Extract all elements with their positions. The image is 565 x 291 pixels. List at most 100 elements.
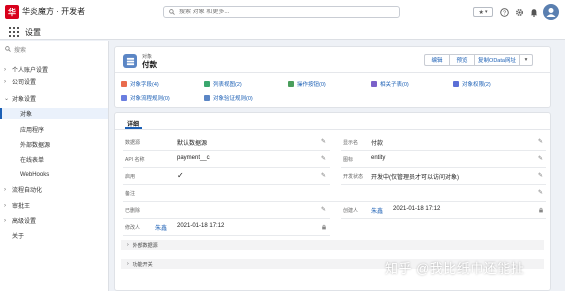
datasource-value: 默认数据源 (177, 141, 208, 147)
pencil-icon[interactable]: ✎ (321, 207, 327, 213)
sidebar-item-about[interactable]: 关于 (0, 230, 108, 241)
object-icon (123, 54, 137, 68)
app-nav-bar: 设置 (0, 24, 565, 40)
sidebar-item-approval[interactable]: › 审批王 (0, 200, 108, 211)
related-object-fields[interactable]: 对象字段(4) (121, 79, 159, 88)
nav-title: 设置 (25, 28, 41, 37)
gear-icon[interactable] (515, 7, 524, 17)
related-action-buttons[interactable]: 操作按钮(0) (288, 79, 326, 88)
preview-button[interactable]: 预览 (449, 54, 475, 66)
field-divider (123, 218, 330, 219)
pencil-icon[interactable]: ✎ (321, 156, 327, 162)
sidebar-item-company-settings[interactable]: › 公司设置 (0, 76, 108, 87)
pencil-icon[interactable]: ✎ (321, 139, 327, 145)
section-external-datasource[interactable]: › 外部数据源 (121, 240, 544, 250)
display-name-label: 显示名 (343, 140, 359, 146)
creator-label: 创建人 (343, 208, 359, 214)
button-icon (288, 80, 294, 87)
related-object-permissions[interactable]: 对象权限(2) (453, 79, 491, 88)
favorites-button[interactable]: ★ ▾ (473, 7, 493, 17)
related-process-rules[interactable]: 对象流程规则(0) (121, 93, 170, 102)
section-title: 功能开关 (132, 261, 153, 268)
sidebar-item-label: 审批王 (12, 204, 31, 210)
settings-sidebar: 搜索 › 个人账户设置 › 公司设置 ⌄ 对象设置 对象 应用程序 外部数据源 在线表… (0, 41, 109, 291)
chevron-down-icon: ▾ (484, 9, 488, 15)
field-divider (123, 167, 330, 168)
sidebar-item-label: 公司设置 (12, 80, 37, 86)
chevron-right-icon: › (127, 261, 129, 267)
watermark: 知乎 @我比纸巾还能扯 (385, 261, 525, 276)
enabled-label: 启用 (125, 174, 136, 180)
display-name-value: 付款 (371, 141, 384, 147)
related-child-tables[interactable]: 相关子表(0) (371, 79, 409, 88)
sidebar-item-label: 个人账户设置 (12, 68, 49, 74)
pencil-icon[interactable]: ✎ (321, 173, 327, 179)
sidebar-item-external-datasources[interactable]: 外部数据源 (0, 139, 108, 150)
search-icon (5, 46, 11, 52)
search-input[interactable] (179, 9, 379, 15)
chevron-right-icon: › (4, 217, 6, 224)
chevron-right-icon: › (4, 186, 6, 193)
related-label: 对象验证规则(0) (213, 95, 253, 102)
sidebar-item-label: 流程自动化 (12, 188, 43, 194)
sidebar-item-object-settings[interactable]: ⌄ 对象设置 (0, 93, 108, 104)
user-avatar-icon (546, 8, 556, 17)
pencil-icon[interactable]: ✎ (538, 139, 544, 145)
chevron-right-icon: › (4, 78, 6, 85)
sidebar-search-placeholder: 搜索 (14, 47, 27, 54)
dev-status-value: 开发中(仅管理员才可以访问对象) (371, 175, 459, 181)
sidebar-item-personal-settings[interactable]: › 个人账户设置 (0, 64, 108, 75)
lock-icon (321, 224, 327, 230)
checkmark-icon: ✓ (177, 171, 184, 180)
pencil-icon[interactable]: ✎ (538, 190, 544, 196)
sidebar-item-label: 高级设置 (12, 219, 37, 225)
copy-odata-url-button[interactable]: 复制OData网址 (474, 54, 520, 66)
creator-name-link[interactable]: 朱鑫 (371, 206, 383, 215)
app-launcher-icon[interactable] (9, 27, 19, 37)
edit-button[interactable]: 编辑 (424, 54, 450, 66)
sidebar-item-advanced-settings[interactable]: › 高级设置 (0, 215, 108, 226)
lock-icon (453, 80, 459, 87)
sidebar-item-label: 应用程序 (20, 128, 45, 134)
object-header-card: 对象 付款 编辑 预览 复制OData网址 ▾ 对象字段(4) 列表视图(2) … (114, 46, 551, 108)
brand-logo[interactable]: 华 (5, 5, 19, 19)
icon-label: 图标 (343, 157, 354, 163)
star-icon: ★ (478, 9, 484, 16)
more-actions-button[interactable]: ▾ (519, 54, 533, 66)
field-divider (341, 167, 546, 168)
related-label: 列表视图(2) (213, 81, 242, 88)
modifier-name-link[interactable]: 朱鑫 (155, 223, 167, 232)
pencil-icon[interactable]: ✎ (538, 156, 544, 162)
sidebar-item-webhooks[interactable]: WebHooks (0, 169, 108, 180)
field-divider (341, 218, 546, 219)
related-label: 对象流程规则(0) (130, 95, 170, 102)
global-search[interactable] (163, 6, 400, 18)
icon-value: entity (371, 155, 386, 161)
field-divider (123, 235, 330, 236)
list-icon (204, 80, 210, 87)
fields-icon (121, 80, 127, 87)
sidebar-item-applications[interactable]: 应用程序 (0, 124, 108, 135)
modified-time: 2021-01-18 17:12 (177, 223, 225, 229)
deleted-label: 已删除 (125, 208, 141, 214)
field-divider (123, 201, 546, 202)
pencil-icon[interactable]: ✎ (538, 173, 544, 179)
related-label: 对象权限(2) (462, 81, 491, 88)
sidebar-search[interactable]: 搜索 (3, 44, 103, 54)
related-list-views[interactable]: 列表视图(2) (204, 79, 242, 88)
sidebar-item-label: 关于 (12, 234, 25, 240)
sidebar-item-process-automation[interactable]: › 流程自动化 (0, 184, 108, 195)
api-name-label: API 名称 (125, 157, 145, 163)
avatar[interactable] (543, 4, 559, 20)
help-icon[interactable]: ? (500, 7, 509, 17)
field-divider (123, 184, 330, 185)
related-validation-rules[interactable]: 对象验证规则(0) (204, 93, 253, 102)
bell-icon[interactable] (529, 7, 538, 17)
brand-logo-letter: 华 (8, 7, 16, 17)
sidebar-item-objects[interactable]: 对象 (0, 108, 108, 119)
sidebar-item-online-forms[interactable]: 在线表单 (0, 154, 108, 165)
field-divider (341, 184, 546, 185)
chevron-down-icon: ⌄ (4, 96, 10, 102)
chevron-right-icon: › (4, 66, 6, 73)
flow-icon (121, 94, 127, 101)
